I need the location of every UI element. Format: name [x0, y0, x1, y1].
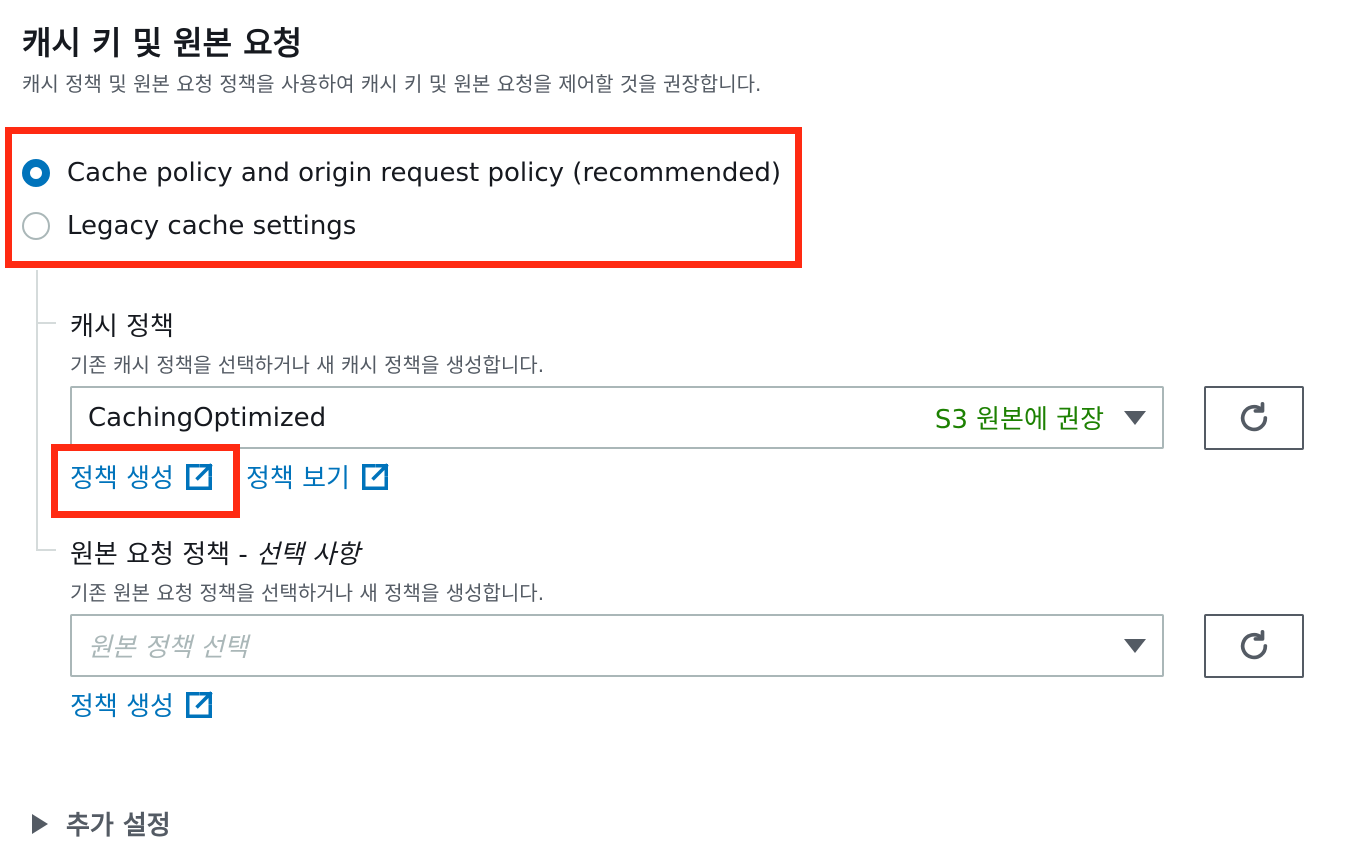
link-label: 정책 생성 — [70, 692, 174, 722]
origin-policy-create-link[interactable]: 정책 생성 — [70, 686, 214, 723]
cache-policy-label: 캐시 정책 — [70, 312, 174, 342]
cache-policy-description: 기존 캐시 정책을 선택하거나 새 캐시 정책을 생성합니다. — [70, 353, 545, 377]
tree-branch — [36, 549, 56, 551]
caret-down-icon — [1124, 410, 1146, 425]
refresh-icon — [1240, 629, 1268, 660]
external-link-icon — [360, 462, 390, 492]
cache-policy-selected-value: CachingOptimized — [88, 402, 327, 433]
recommended-tag: S3 원본에 권장 — [934, 405, 1104, 435]
section-title: 캐시 키 및 원본 요청 — [22, 24, 303, 62]
cache-policy-view-link[interactable]: 정책 보기 — [246, 458, 390, 495]
label-text: 원본 요청 정책 - — [70, 540, 256, 570]
external-link-icon — [184, 462, 214, 492]
origin-request-policy-select[interactable]: 원본 정책 선택 — [70, 614, 1164, 677]
origin-request-policy-description: 기존 원본 요청 정책을 선택하거나 새 정책을 생성합니다. — [70, 581, 545, 605]
external-link-icon — [184, 690, 214, 720]
origin-request-policy-refresh-button[interactable] — [1204, 614, 1304, 678]
refresh-icon — [1240, 401, 1268, 432]
radio-option-cache-policy[interactable]: Cache policy and origin request policy (… — [22, 158, 781, 188]
cache-policy-create-link[interactable]: 정책 생성 — [70, 458, 214, 495]
radio-button-unchecked[interactable] — [22, 212, 50, 240]
origin-policy-placeholder: 원본 정책 선택 — [88, 633, 249, 663]
tree-branch — [36, 322, 56, 324]
link-label: 정책 보기 — [246, 464, 350, 494]
cache-policy-refresh-button[interactable] — [1204, 386, 1304, 450]
radio-option-legacy-cache[interactable]: Legacy cache settings — [22, 211, 356, 241]
tree-connector — [36, 270, 38, 551]
radio-label: Legacy cache settings — [67, 211, 357, 241]
highlight-box-radio-group — [5, 127, 802, 268]
additional-settings-label: 추가 설정 — [66, 811, 171, 841]
caret-right-icon — [32, 813, 48, 834]
additional-settings-expander[interactable]: 추가 설정 — [32, 805, 171, 842]
caret-down-icon — [1124, 638, 1146, 653]
radio-button-checked[interactable] — [22, 159, 50, 187]
origin-request-policy-label: 원본 요청 정책 - 선택 사항 — [70, 534, 360, 571]
section-description: 캐시 정책 및 원본 요청 정책을 사용하여 캐시 키 및 원본 요청을 제어할… — [22, 72, 762, 96]
cache-policy-select[interactable]: CachingOptimized S3 원본에 권장 — [70, 386, 1164, 449]
link-label: 정책 생성 — [70, 464, 174, 494]
radio-label: Cache policy and origin request policy (… — [67, 158, 782, 188]
optional-text: 선택 사항 — [255, 540, 360, 570]
